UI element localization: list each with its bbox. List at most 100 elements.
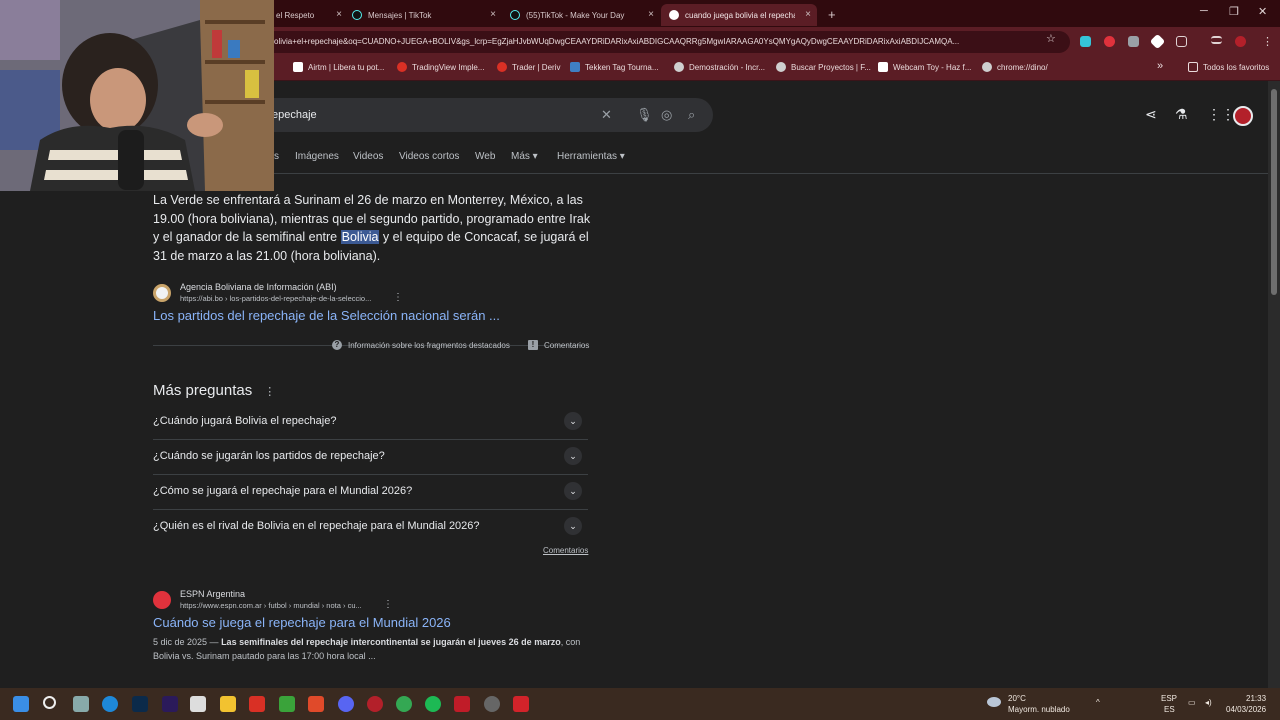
search-icon[interactable]: ⌕ [688,107,695,123]
question-text: ¿Cuándo se jugarán los partidos de repec… [153,450,385,462]
menu-kebab-icon[interactable]: ⋮ [1262,35,1273,48]
filter-more[interactable]: Más ▾ [511,151,538,162]
about-featured-snippets[interactable]: ? Información sobre los fragmentos destac… [332,340,510,350]
address-bar[interactable]: olivia+el+repechaje&oq=CUADNO+JUEGA+BOLI… [230,31,1070,53]
tab-tiktok-feed[interactable]: (55)TikTok - Make Your Day × [502,4,660,26]
snippet-bold: Las semifinales del repechaje interconti… [221,637,561,647]
brave-icon[interactable] [308,696,324,712]
file-explorer-icon[interactable] [73,696,89,712]
all-bookmarks-folder[interactable]: Todos los favoritos [1188,62,1269,72]
chevron-down-icon[interactable]: ⌄ [564,482,582,500]
filter-web[interactable]: Web [475,151,495,162]
filter-images[interactable]: Imágenes [295,151,339,162]
search-icon[interactable] [43,696,56,709]
premiere-icon[interactable] [162,696,178,712]
extension-icon[interactable] [1080,36,1091,47]
paa-question[interactable]: ¿Quién es el rival de Bolivia en el repe… [153,510,588,545]
filter-short-videos[interactable]: Videos cortos [399,151,459,162]
close-tab-icon[interactable]: × [805,9,811,20]
tab-el-respeto[interactable]: el Respeto × [268,4,348,26]
chevron-down-icon[interactable]: ⌄ [564,447,582,465]
weather-temp[interactable]: 20°C [1008,694,1026,703]
bookmark-dino[interactable]: chrome://dino/ [982,62,1048,72]
app-icon[interactable] [367,696,383,712]
result-snippet: 5 dic de 2025 — Las semifinales del repe… [153,635,593,663]
new-tab-button[interactable]: + [820,3,844,25]
minecraft-icon[interactable] [279,696,295,712]
edge-icon[interactable] [102,696,118,712]
puzzle-icon[interactable] [1176,36,1187,47]
deriv-icon[interactable] [249,696,265,712]
bookmark-label: chrome://dino/ [997,62,1048,72]
bookmark-airtm[interactable]: Airtm | Libera tu pot... [293,62,384,72]
extension-icon[interactable] [1128,36,1139,47]
bookmark-buscar-proyectos[interactable]: Buscar Proyectos | F... [776,62,871,72]
close-tab-icon[interactable]: × [336,9,342,20]
volume-icon[interactable]: ◂) [1205,698,1212,707]
discord-icon[interactable] [338,696,354,712]
scrollbar-thumb[interactable] [1271,89,1277,295]
close-window-icon[interactable]: ✕ [1258,5,1267,18]
folder-icon[interactable] [220,696,236,712]
network-icon[interactable]: ▭ [1188,698,1196,707]
photoshop-icon[interactable] [132,696,148,712]
account-avatar[interactable] [1233,106,1253,126]
featured-feedback[interactable]: ! Comentarios [528,340,589,350]
close-tab-icon[interactable]: × [648,9,654,20]
close-tab-icon[interactable]: × [490,9,496,20]
tab-google-search[interactable]: cuando juega bolivia el repecha × [661,4,817,26]
tab-mensajes-tiktok[interactable]: Mensajes | TikTok × [344,4,502,26]
chevron-down-icon[interactable]: ⌄ [564,412,582,430]
maximize-icon[interactable]: ❐ [1229,5,1239,18]
microphone-icon[interactable]: 🎙 [636,107,653,123]
bookmark-star-icon[interactable]: ☆ [1046,32,1056,45]
filter-tools[interactable]: Herramientas ▾ [557,151,625,162]
tiktok-icon [510,10,520,20]
language-code[interactable]: ESP [1161,694,1177,703]
weather-desc[interactable]: Mayorm. nublado [1008,705,1070,714]
clear-icon[interactable]: ✕ [601,107,612,123]
result-title-link[interactable]: Cuándo se juega el repechaje para el Mun… [153,615,451,630]
paa-question[interactable]: ¿Cómo se jugará el repechaje para el Mun… [153,475,588,510]
chevron-up-icon[interactable]: ^ [1096,698,1100,707]
extension-icon[interactable] [1104,36,1115,47]
windows-start-icon[interactable] [13,696,29,712]
more-options-icon[interactable]: ⋮ [264,386,275,398]
keyboard-layout[interactable]: ES [1164,705,1175,714]
paa-feedback-link[interactable]: Comentarios [543,546,588,555]
labs-flask-icon[interactable]: ⚗ [1175,106,1188,123]
store-icon[interactable] [190,696,206,712]
featured-result-link[interactable]: Los partidos del repechaje de la Selecci… [153,308,500,323]
more-options-icon[interactable]: ⋮ [393,292,403,303]
obs-icon[interactable] [484,696,500,712]
chevron-down-icon[interactable]: ⌄ [564,517,582,535]
bookmark-demostracion[interactable]: Demostración - Incr... [674,62,765,72]
paa-question[interactable]: ¿Cuándo se jugarán los partidos de repec… [153,440,588,475]
apps-grid-icon[interactable]: ⋮⋮ [1207,106,1235,123]
more-options-icon[interactable]: ⋮ [383,599,393,610]
bookmark-webcam-toy[interactable]: Webcam Toy - Haz f... [878,62,971,72]
bookmark-deriv[interactable]: Trader | Deriv [497,62,560,72]
app-icon[interactable] [513,696,529,712]
page-scrollbar[interactable] [1268,81,1280,688]
bookmark-tradingview[interactable]: TradingView Imple... [397,62,484,72]
spotify-icon[interactable] [425,696,441,712]
lens-icon[interactable]: ◎ [661,107,672,123]
minimize-icon[interactable]: ─ [1200,5,1208,17]
feedback-icon: ! [528,340,538,350]
clock-time[interactable]: 21:33 [1246,694,1266,703]
app-icon[interactable] [454,696,470,712]
paa-question[interactable]: ¿Cuándo jugará Bolivia el repechaje? ⌄ [153,405,588,440]
filter-videos[interactable]: Videos [353,151,383,162]
more-bookmarks-button[interactable]: » [1157,60,1163,72]
tab-label: cuando juega bolivia el repecha [685,10,795,20]
extension-icon[interactable] [1149,33,1166,50]
bookmark-tekken[interactable]: Tekken Tag Tourna... [570,62,659,72]
bookmark-label: Webcam Toy - Haz f... [893,62,972,72]
tab-search-icon[interactable] [1211,36,1222,44]
profile-avatar-icon[interactable] [1235,36,1246,47]
clock-date[interactable]: 04/03/2026 [1226,705,1266,714]
share-icon[interactable]: ⋖ [1145,106,1157,123]
chrome-icon[interactable] [396,696,412,712]
filter-all[interactable]: s [274,151,279,162]
